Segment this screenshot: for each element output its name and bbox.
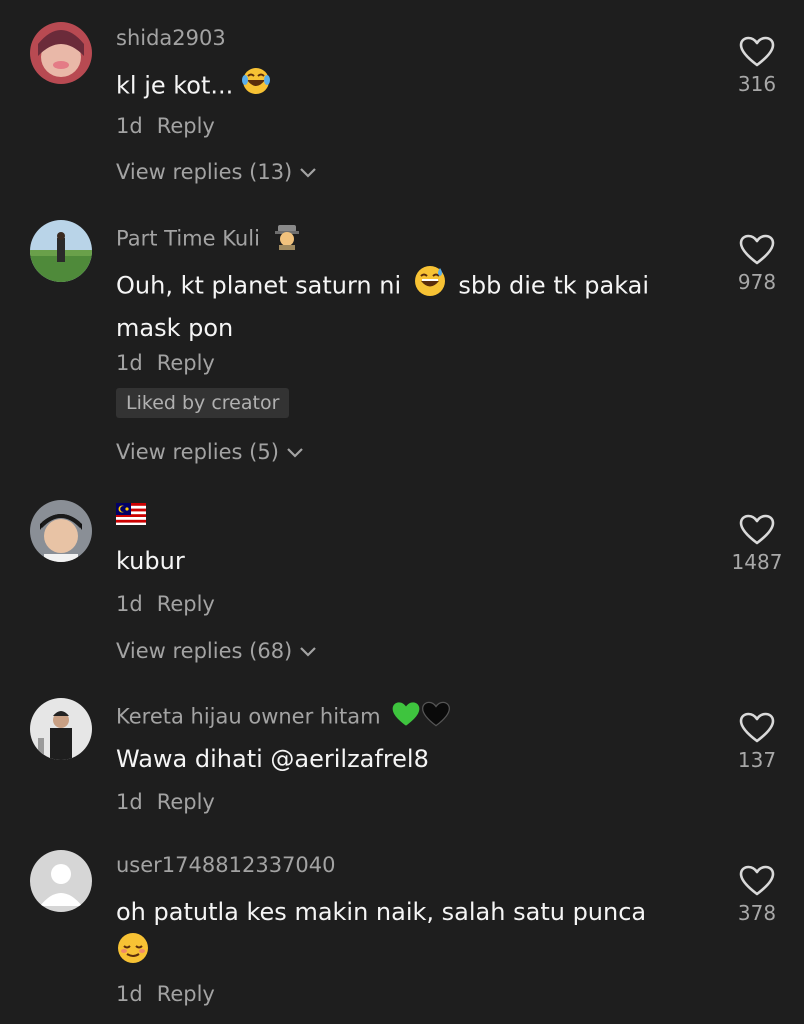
avatar[interactable] (30, 698, 92, 760)
comment-username[interactable]: Kereta hijau owner hitam (116, 700, 451, 735)
view-replies-button[interactable]: View replies (13) (116, 158, 318, 186)
comment-item: Part Time Kuli Ouh, kt planet saturn ni … (0, 200, 804, 490)
view-replies-button[interactable]: View replies (68) (116, 637, 318, 665)
comment-meta: 1d Reply (116, 788, 215, 816)
comment-meta: 1d Reply (116, 980, 215, 1008)
comment-item: kubur 1d Reply View replies (68) 1487 (0, 490, 804, 690)
comment-text-line2: mask pon (116, 314, 234, 342)
laughing-tears-emoji-icon (241, 66, 271, 107)
like-count: 978 (737, 270, 777, 294)
like-count: 378 (737, 901, 777, 925)
chevron-down-icon (300, 168, 317, 178)
comment-text: kl je kot... (116, 66, 696, 107)
heart-icon (739, 36, 775, 67)
comment-time: 1d (116, 790, 143, 814)
comment-text: kubur (116, 547, 185, 575)
avatar[interactable] (30, 220, 92, 282)
heart-icon (739, 712, 775, 743)
avatar[interactable] (30, 22, 92, 84)
like-count: 137 (737, 748, 777, 772)
comment-item: user1748812337040 oh patutla kes makin n… (0, 835, 804, 1024)
comment-time: 1d (116, 592, 143, 616)
comment-text: Wawa dihati @aerilzafrel8 (116, 745, 429, 773)
view-replies-button[interactable]: View replies (5) (116, 438, 305, 466)
comment-text: oh patutla kes makin naik, salah satu pu… (116, 893, 696, 976)
comment-meta: 1d Reply (116, 590, 215, 618)
detective-emoji-icon (273, 222, 301, 257)
reply-button[interactable]: Reply (157, 351, 215, 375)
reply-button[interactable]: Reply (157, 982, 215, 1006)
comment-username[interactable]: Part Time Kuli (116, 222, 301, 257)
heart-icon (739, 514, 775, 545)
heart-icon (739, 865, 775, 896)
comment-text-content: oh patutla kes makin naik, salah satu pu… (116, 898, 647, 926)
comment-username[interactable] (116, 502, 146, 532)
comment-text-part2: sbb die tk pakai (458, 271, 650, 300)
like-count: 316 (737, 72, 777, 96)
like-button[interactable]: 978 (720, 234, 794, 294)
like-button[interactable]: 137 (720, 712, 794, 772)
reply-button[interactable]: Reply (157, 114, 215, 138)
comment-username[interactable]: user1748812337040 (116, 851, 336, 879)
view-replies-label: View replies (13) (116, 160, 293, 184)
avatar[interactable] (30, 850, 92, 912)
green-heart-emoji-icon (391, 700, 421, 735)
comment-username[interactable]: shida2903 (116, 24, 226, 52)
comment-text-part1: Ouh, kt planet saturn ni (116, 271, 402, 300)
chevron-down-icon (300, 647, 317, 657)
like-button[interactable]: 316 (720, 36, 794, 96)
malaysia-flag-emoji-icon (116, 502, 146, 532)
comment-meta: 1d Reply (116, 112, 215, 140)
like-button[interactable]: 378 (720, 865, 794, 925)
view-replies-label: View replies (5) (116, 440, 279, 464)
reply-button[interactable]: Reply (157, 592, 215, 616)
comment-time: 1d (116, 982, 143, 1006)
reply-button[interactable]: Reply (157, 790, 215, 814)
comment-time: 1d (116, 351, 143, 375)
comment-item: Kereta hijau owner hitam Wawa dihati @ae… (0, 690, 804, 835)
comment-text: Ouh, kt planet saturn ni sbb die tk paka… (116, 264, 696, 347)
comment-username-text: Kereta hijau owner hitam (116, 704, 381, 729)
comment-meta: 1d Reply (116, 349, 215, 377)
comment-text-content: kl je kot... (116, 71, 234, 100)
comment-time: 1d (116, 114, 143, 138)
liked-by-creator-badge: Liked by creator (116, 388, 290, 418)
heart-icon (739, 234, 775, 265)
relieved-emoji-icon (116, 931, 150, 976)
like-button[interactable]: 1487 (720, 514, 794, 574)
comment-item: shida2903 kl je kot... 1d Reply View repl… (0, 0, 804, 200)
avatar[interactable] (30, 500, 92, 562)
black-heart-emoji-icon (421, 700, 451, 735)
sweat-smile-emoji-icon (413, 264, 447, 309)
view-replies-label: View replies (68) (116, 639, 293, 663)
chevron-down-icon (287, 448, 303, 458)
like-count: 1487 (731, 550, 783, 574)
comment-username-text: Part Time Kuli (116, 226, 260, 251)
